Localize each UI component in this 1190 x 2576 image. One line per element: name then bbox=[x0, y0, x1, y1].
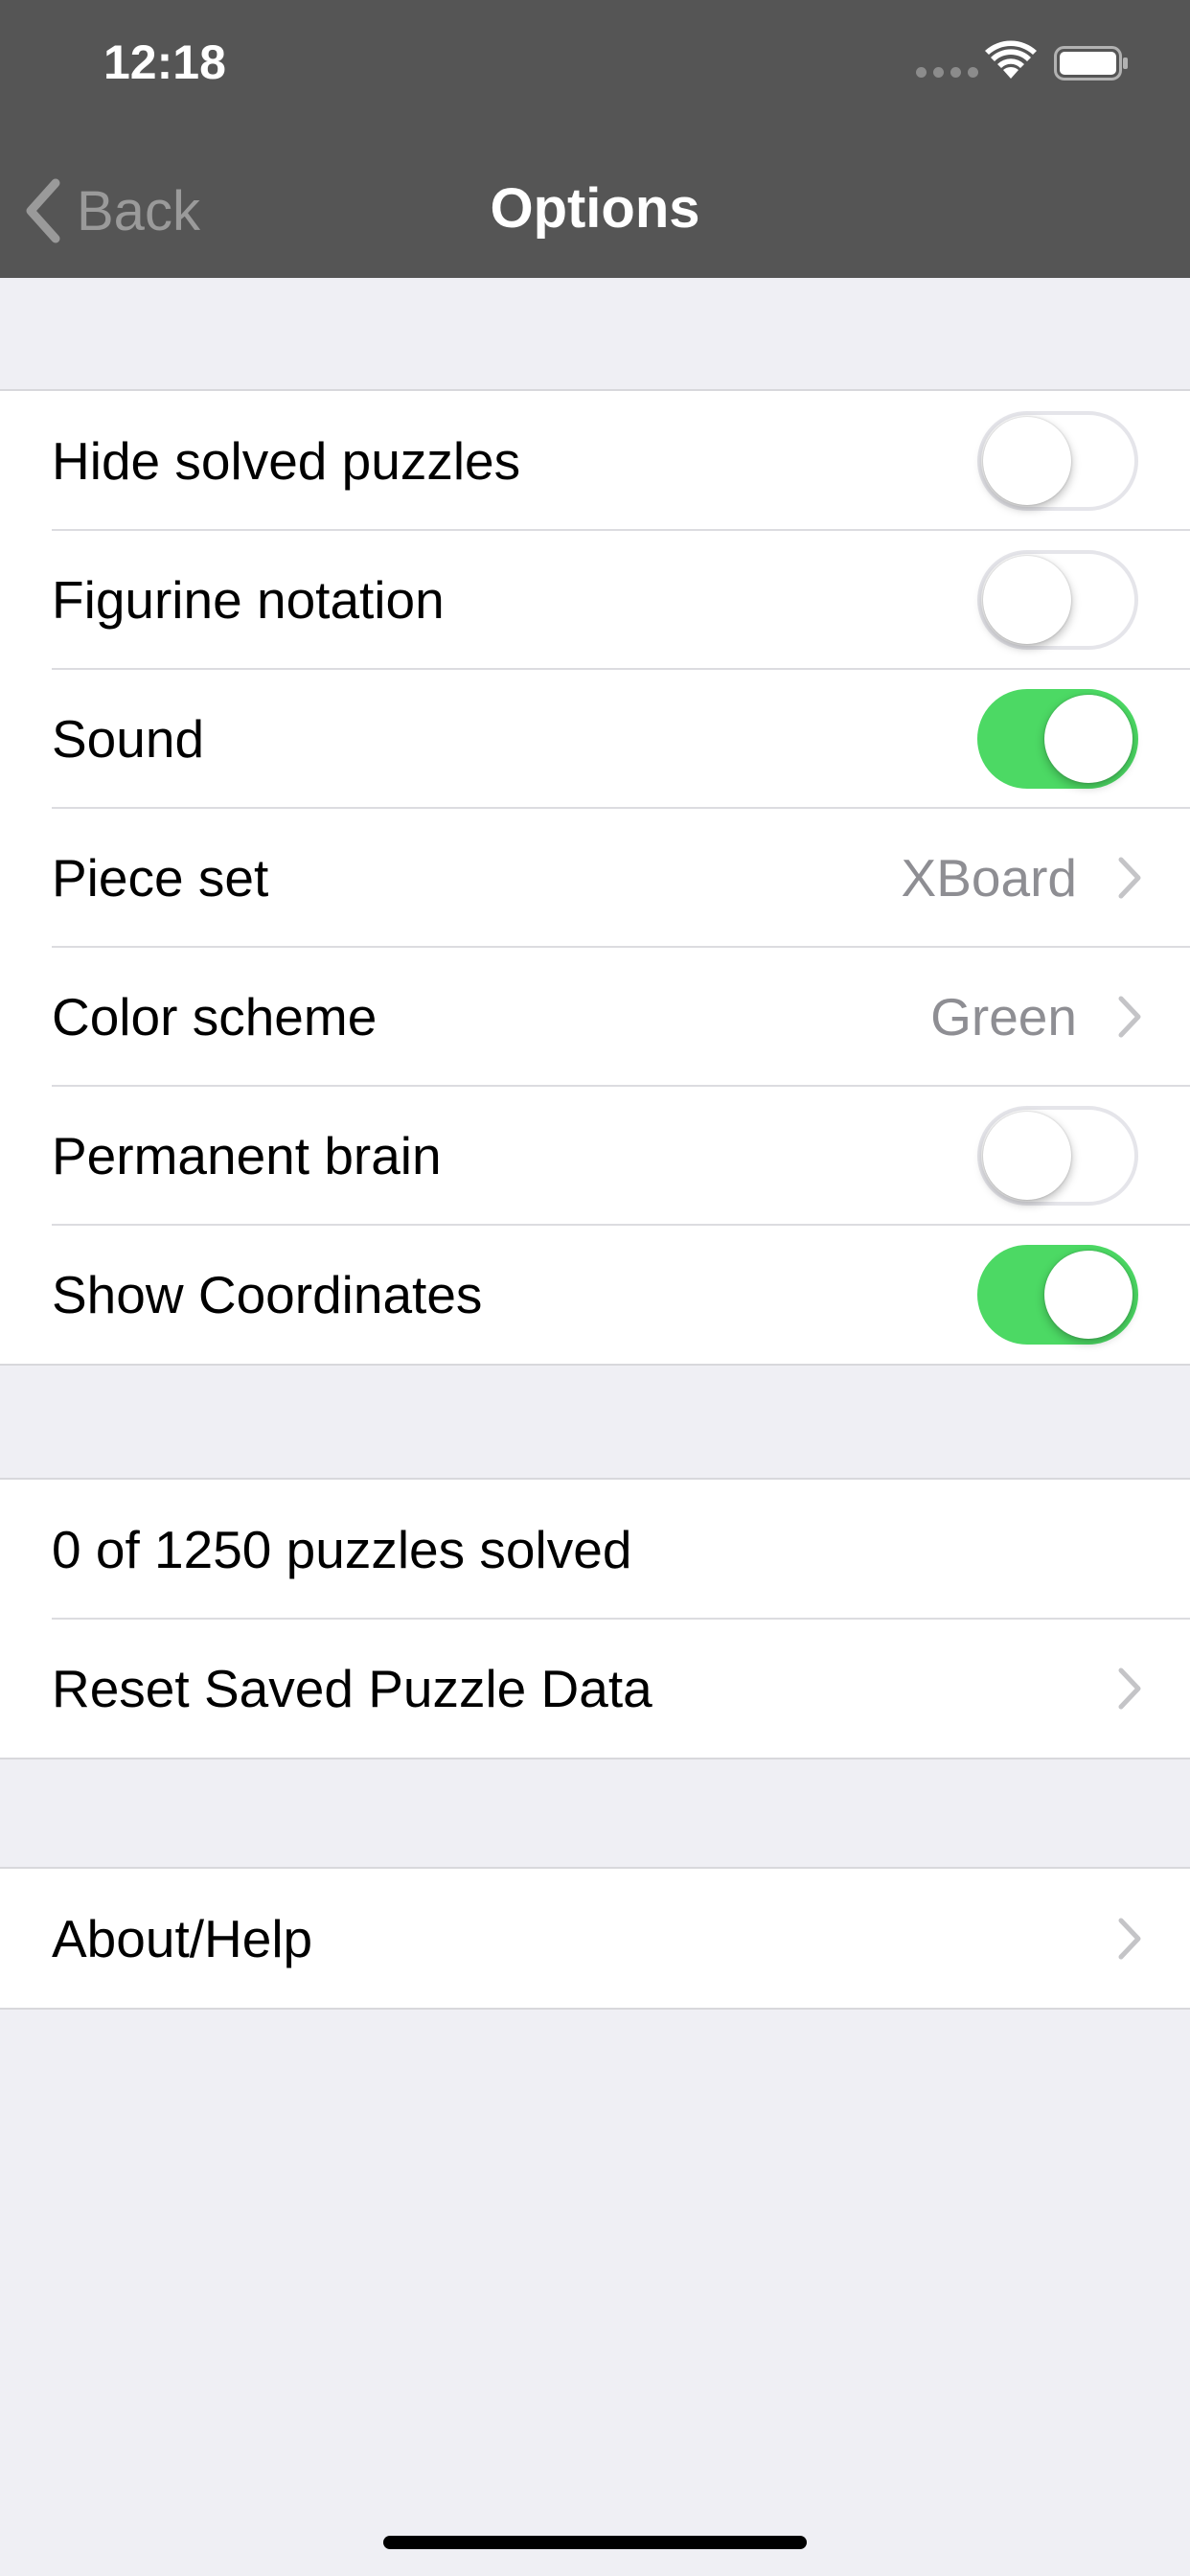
setting-label: Sound bbox=[52, 708, 205, 769]
setting-row-figurine-notation: Figurine notation bbox=[0, 529, 1190, 669]
battery-icon bbox=[1054, 46, 1128, 80]
toggle-knob bbox=[1044, 1250, 1133, 1339]
setting-row-permanent-brain: Permanent brain bbox=[0, 1085, 1190, 1225]
toggle-knob bbox=[983, 1111, 1071, 1200]
setting-label: Show Coordinates bbox=[52, 1264, 483, 1324]
setting-label: Hide solved puzzles bbox=[52, 430, 521, 491]
setting-label: Figurine notation bbox=[52, 569, 445, 630]
about-section: About/Help bbox=[0, 1867, 1190, 2010]
settings-section: Hide solved puzzles Figurine notation So… bbox=[0, 389, 1190, 1366]
setting-label: Color scheme bbox=[52, 986, 378, 1046]
cellular-signal-icon bbox=[916, 67, 978, 78]
chevron-right-icon bbox=[1118, 1918, 1141, 1959]
options-screen: 12:18 Back Options Hide solved puzzles F… bbox=[0, 0, 1190, 2576]
reset-saved-puzzle-data-row[interactable]: Reset Saved Puzzle Data bbox=[0, 1618, 1190, 1758]
reset-saved-puzzle-data-label: Reset Saved Puzzle Data bbox=[52, 1658, 652, 1718]
permanent-brain-toggle[interactable] bbox=[977, 1105, 1138, 1206]
toggle-knob bbox=[983, 555, 1071, 644]
setting-row-show-coordinates: Show Coordinates bbox=[0, 1224, 1190, 1364]
puzzles-solved-text: 0 of 1250 puzzles solved bbox=[52, 1519, 632, 1579]
color-scheme-value: Green bbox=[930, 986, 1077, 1046]
piece-set-value: XBoard bbox=[901, 847, 1077, 908]
setting-label: Permanent brain bbox=[52, 1125, 442, 1185]
wifi-icon bbox=[985, 40, 1037, 79]
setting-row-color-scheme[interactable]: Color scheme Green bbox=[0, 946, 1190, 1086]
toggle-knob bbox=[983, 416, 1071, 505]
about-help-label: About/Help bbox=[52, 1908, 313, 1968]
chevron-right-icon bbox=[1118, 1668, 1141, 1709]
setting-row-sound: Sound bbox=[0, 668, 1190, 808]
figurine-notation-toggle[interactable] bbox=[977, 549, 1138, 650]
page-title: Options bbox=[490, 177, 700, 240]
sound-toggle[interactable] bbox=[977, 688, 1138, 789]
setting-label: Piece set bbox=[52, 847, 269, 908]
home-indicator[interactable] bbox=[383, 2536, 807, 2549]
navigation-bar: 12:18 Back Options bbox=[0, 0, 1190, 278]
hide-solved-puzzles-toggle[interactable] bbox=[977, 410, 1138, 511]
puzzles-solved-row: 0 of 1250 puzzles solved bbox=[0, 1480, 1190, 1619]
setting-row-hide-solved-puzzles: Hide solved puzzles bbox=[0, 391, 1190, 530]
chevron-right-icon bbox=[1118, 857, 1141, 898]
setting-row-piece-set[interactable]: Piece set XBoard bbox=[0, 807, 1190, 947]
toggle-knob bbox=[1044, 694, 1133, 783]
show-coordinates-toggle[interactable] bbox=[977, 1244, 1138, 1345]
about-help-row[interactable]: About/Help bbox=[0, 1869, 1190, 2008]
chevron-right-icon bbox=[1118, 996, 1141, 1037]
puzzle-data-section: 0 of 1250 puzzles solved Reset Saved Puz… bbox=[0, 1478, 1190, 1760]
status-time: 12:18 bbox=[103, 35, 226, 89]
